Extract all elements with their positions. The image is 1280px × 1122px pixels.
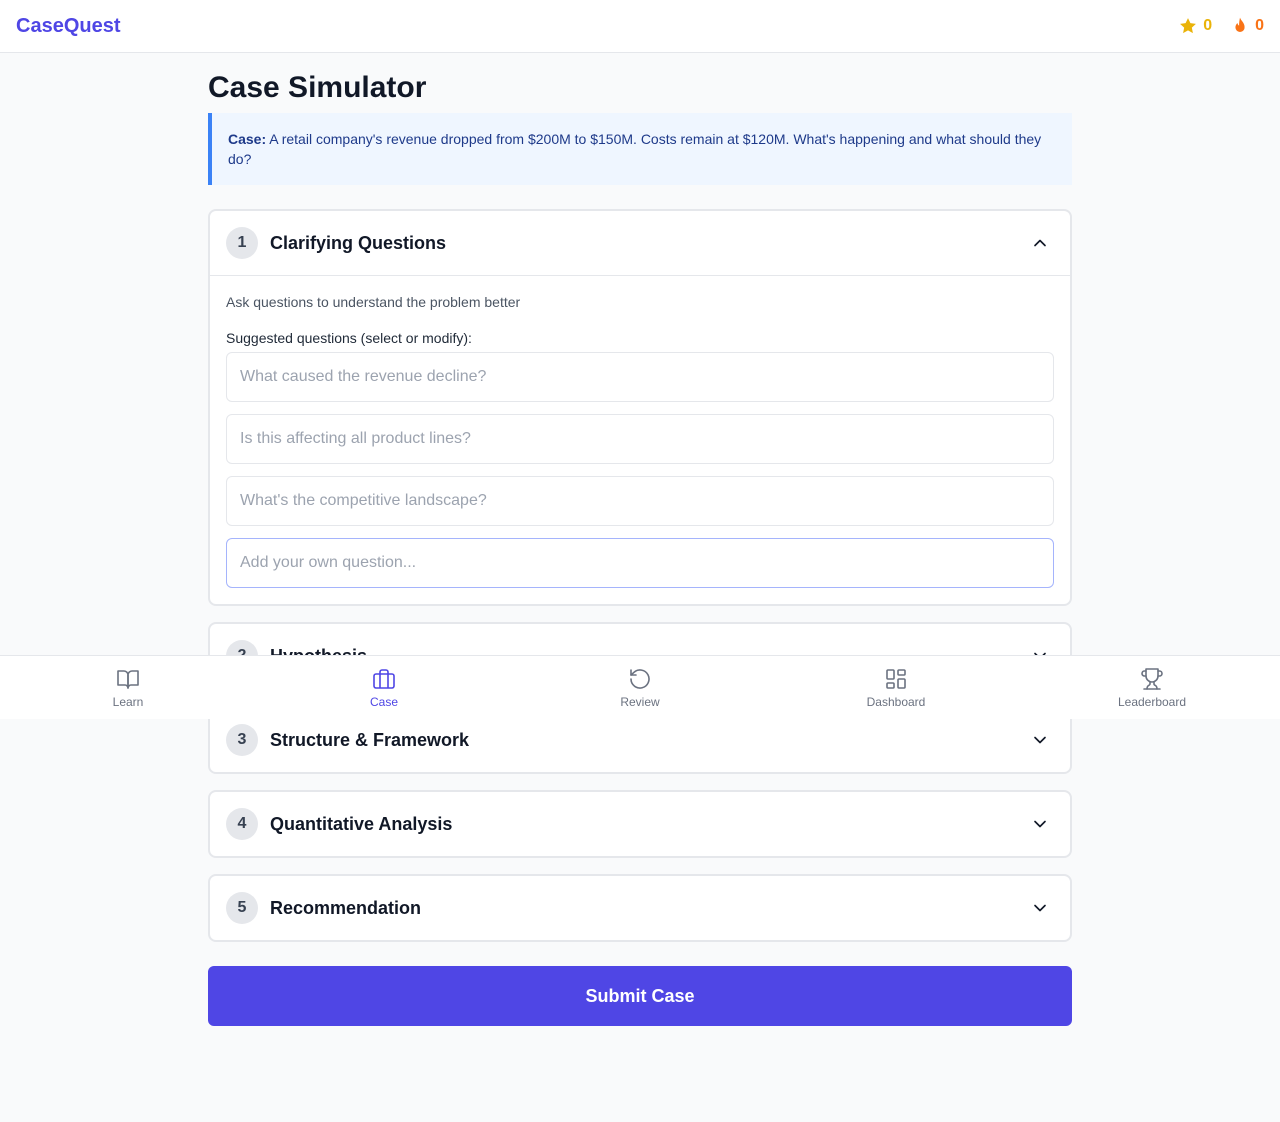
own-question-input[interactable] (226, 538, 1054, 588)
step-header-5[interactable]: 5 Recommendation (210, 876, 1070, 940)
step-title: Structure & Framework (270, 729, 470, 750)
step-number: 3 (226, 724, 258, 756)
submit-case-button[interactable]: Submit Case (208, 966, 1072, 1026)
stars-stat: 0 (1178, 16, 1212, 36)
layout-grid-icon (884, 667, 908, 691)
step-number: 5 (226, 892, 258, 924)
step-header-1[interactable]: 1 Clarifying Questions (210, 211, 1070, 275)
nav-label: Dashboard (866, 694, 926, 709)
briefcase-icon (372, 667, 396, 691)
step-body-1: Ask questions to understand the problem … (210, 275, 1070, 604)
main-content: Case Simulator Case: A retail company's … (208, 70, 1072, 1026)
bottom-nav: Learn Case Review Dashboard Leaderboard (0, 655, 1280, 719)
chevron-down-icon[interactable] (1030, 814, 1050, 834)
step-number: 1 (226, 227, 258, 259)
nav-label: Leaderboard (1117, 694, 1187, 709)
nav-item-dashboard[interactable]: Dashboard (768, 656, 1024, 719)
nav-item-case[interactable]: Case (256, 656, 512, 719)
chevron-down-icon[interactable] (1030, 898, 1050, 918)
step-title: Quantitative Analysis (270, 813, 453, 834)
user-stats: 0 0 (1178, 16, 1264, 36)
chevron-up-icon[interactable] (1030, 233, 1050, 253)
nav-label: Review (620, 694, 660, 709)
nav-label: Learn (112, 694, 144, 709)
nav-label: Case (369, 694, 398, 709)
step-header-4[interactable]: 4 Quantitative Analysis (210, 792, 1070, 856)
stars-count: 0 (1203, 17, 1213, 34)
top-header: CaseQuest 0 0 (0, 0, 1280, 53)
book-open-icon (116, 667, 140, 691)
suggested-question-input-3[interactable] (226, 476, 1054, 526)
streak-stat: 0 (1230, 16, 1264, 36)
flame-icon (1230, 16, 1250, 36)
nav-item-review[interactable]: Review (512, 656, 768, 719)
trophy-icon (1140, 667, 1164, 691)
star-icon (1178, 16, 1198, 36)
step-title: Clarifying Questions (270, 232, 447, 253)
nav-item-leaderboard[interactable]: Leaderboard (1024, 656, 1280, 719)
step-quantitative-analysis: 4 Quantitative Analysis (208, 790, 1072, 858)
suggested-question-input-2[interactable] (226, 414, 1054, 464)
step-clarifying-questions: 1 Clarifying Questions Ask questions to … (208, 209, 1072, 606)
step-title: Recommendation (270, 897, 422, 918)
case-label: Case: (228, 131, 267, 147)
brand-logo[interactable]: CaseQuest (16, 15, 121, 38)
suggested-label: Suggested questions (select or modify): (226, 330, 472, 346)
nav-item-learn[interactable]: Learn (0, 656, 256, 719)
rotate-ccw-icon (628, 667, 652, 691)
chevron-down-icon[interactable] (1030, 730, 1050, 750)
page-title: Case Simulator (208, 71, 427, 104)
streak-count: 0 (1255, 17, 1264, 34)
suggested-question-input-1[interactable] (226, 352, 1054, 402)
step-recommendation: 5 Recommendation (208, 874, 1072, 942)
step-number: 4 (226, 808, 258, 840)
case-prompt: Case: A retail company's revenue dropped… (208, 113, 1072, 185)
case-text: A retail company's revenue dropped from … (228, 131, 1042, 167)
step-hint: Ask questions to understand the problem … (226, 294, 521, 310)
